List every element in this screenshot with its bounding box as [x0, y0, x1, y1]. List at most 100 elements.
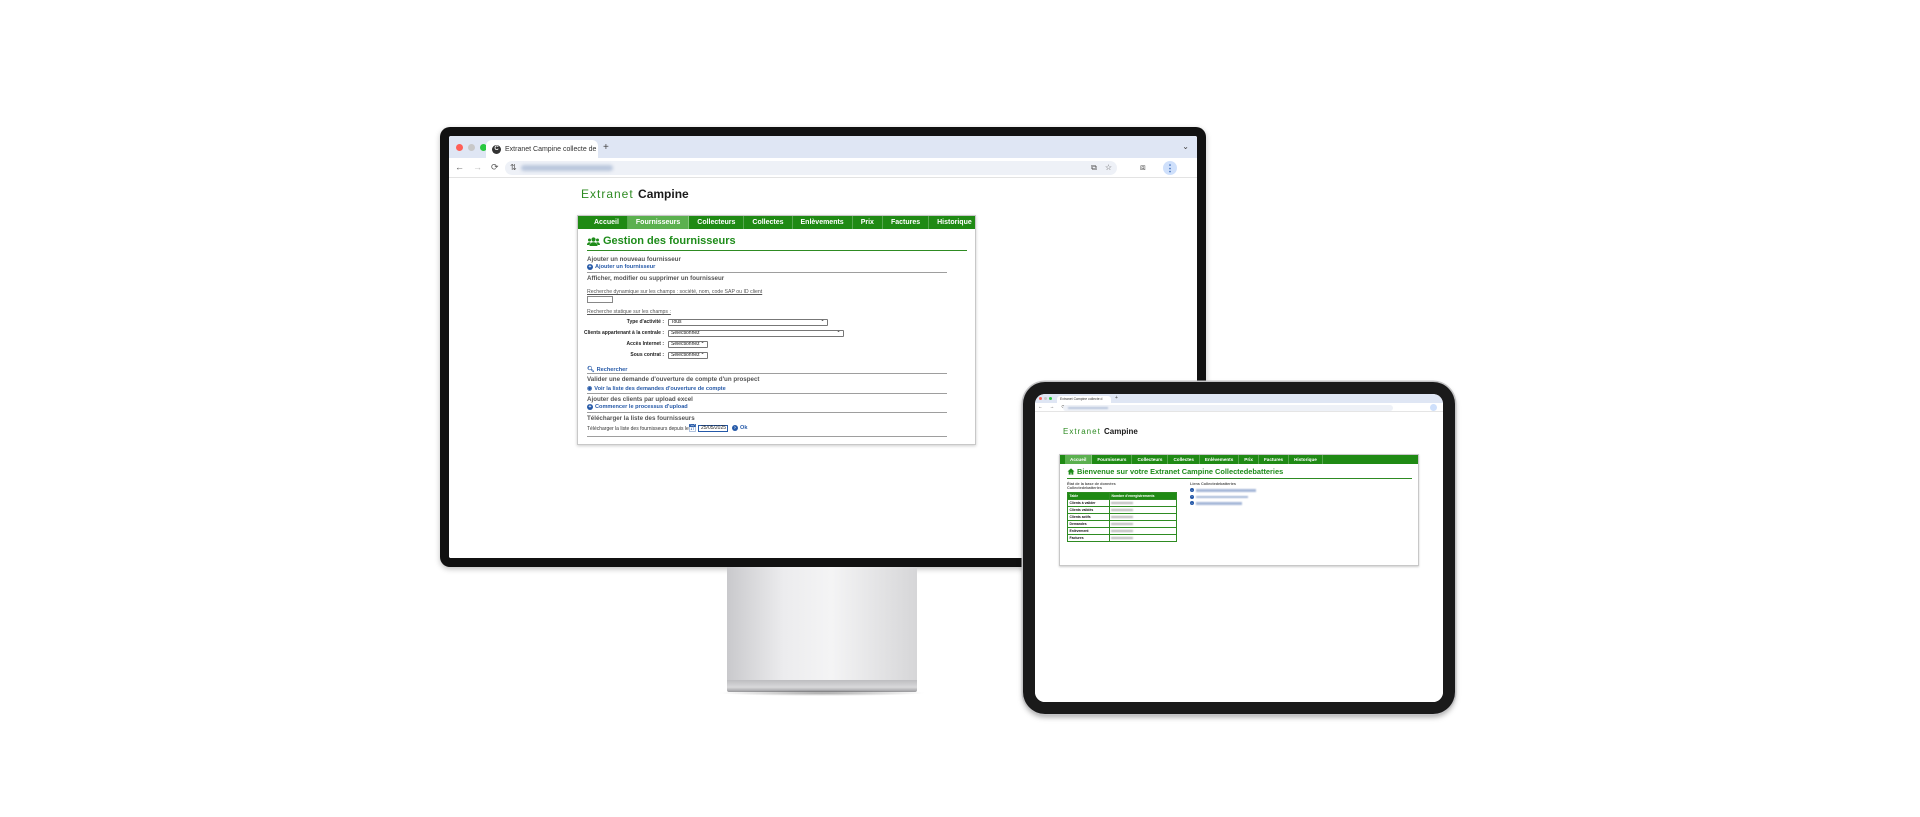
nav-item-collectes[interactable]: Collectes [744, 216, 793, 229]
extensions-icon[interactable]: ⧈ [1140, 162, 1146, 173]
manage-supplier-title: Afficher, modifier ou supprimer un fourn… [587, 275, 725, 282]
add-supplier-link[interactable]: + Ajouter un fournisseur [587, 264, 655, 270]
tablet-device: Extranet Campine collecte d + ← → ⟳ Extr… [1023, 382, 1455, 714]
table-cell-label: Demandes [1067, 520, 1110, 528]
dynamic-search-label: Recherche dynamique sur les champs : soc… [587, 289, 763, 295]
back-arrow-icon[interactable]: ← [455, 162, 464, 173]
table-cell-value [1108, 513, 1178, 521]
nav-item-accueil[interactable]: Accueil [1065, 455, 1093, 464]
nav-item-prix[interactable]: Prix [1239, 455, 1259, 464]
main-navigation: Accueil Fournisseurs Collecteurs Collectes E… [578, 216, 981, 229]
search-icon: 🔍︎ [587, 367, 595, 373]
tab-title: Extranet Campine collecte de [505, 145, 597, 153]
nav-item-prix[interactable]: Prix [853, 216, 883, 229]
browser-menu-icon[interactable]: ⋮ [1163, 161, 1177, 175]
nav-item-factures[interactable]: Factures [1259, 455, 1290, 464]
nav-item-collecteurs[interactable]: Collecteurs [1132, 455, 1169, 464]
close-window-button[interactable] [456, 144, 463, 151]
tablet-browser-toolbar: ← → ⟳ [1035, 403, 1443, 412]
arrow-circle-icon: › [1190, 500, 1194, 506]
nav-item-enlevements[interactable]: Enlèvements [793, 216, 853, 229]
table-cell-value [1108, 527, 1178, 535]
window-controls [456, 144, 487, 151]
title-divider [1067, 478, 1412, 479]
calendar-icon[interactable]: 📅︎ [688, 424, 697, 432]
tablet-address-bar[interactable] [1063, 404, 1393, 411]
extranet-campine-logo[interactable]: Extranet Campine [1063, 427, 1138, 436]
tablet-page-title-text: Bienvenue sur votre Extranet Campine Col… [1077, 467, 1284, 476]
download-ok-button[interactable]: › Ok [732, 425, 747, 431]
title-divider [587, 250, 967, 251]
blurred-value [1111, 522, 1134, 526]
minimize-window-button[interactable] [468, 144, 475, 151]
nav-item-accueil[interactable]: Accueil [586, 216, 628, 229]
maximize-window-button[interactable] [1049, 397, 1052, 400]
table-cell-label: Clients à valider [1067, 499, 1110, 507]
nav-item-enlevements[interactable]: Enlèvements [1200, 455, 1240, 464]
tablet-screen: Extranet Campine collecte d + ← → ⟳ Extr… [1035, 394, 1443, 702]
page-title: Gestion des fournisseurs [587, 235, 736, 247]
start-upload-link[interactable]: + Commencer le processus d'upload [587, 404, 688, 410]
translate-icon[interactable]: ⧉ [1091, 163, 1097, 173]
blurred-value [1111, 515, 1134, 519]
dynamic-search-input[interactable] [587, 296, 613, 303]
arrow-circle-icon: › [1190, 487, 1194, 493]
nav-item-collectes[interactable]: Collectes [1168, 455, 1200, 464]
browser-toolbar: ← → ⟳ ⇅ ⧉ ☆ ⧈ ⋮ [449, 158, 1197, 178]
nav-item-factures[interactable]: Factures [883, 216, 930, 229]
nav-item-fournisseurs[interactable]: Fournisseurs [627, 216, 690, 229]
close-window-button[interactable] [1039, 397, 1042, 400]
blurred-value [1111, 529, 1134, 533]
download-ok-label: Ok [740, 425, 748, 431]
table-row: Clients à valider [1067, 499, 1178, 507]
bookmark-star-icon[interactable]: ☆ [1105, 163, 1112, 173]
extranet-campine-logo[interactable]: Extranet Campine [581, 187, 689, 201]
table-cell-value [1108, 506, 1178, 514]
table-cell-value [1108, 534, 1178, 542]
logo-text-extranet: Extranet [1063, 427, 1105, 436]
minimize-window-button[interactable] [1044, 397, 1047, 400]
tablet-content-frame: Accueil Fournisseurs Collecteurs Collectes E… [1059, 454, 1419, 566]
nav-item-historique[interactable]: Historique [929, 216, 981, 229]
download-date-input[interactable]: 25/05/2025 [698, 425, 728, 432]
tablet-browser-tab[interactable]: Extranet Campine collecte d [1057, 395, 1111, 403]
nav-item-historique[interactable]: Historique [1289, 455, 1323, 464]
new-tab-button[interactable]: + [1115, 395, 1118, 401]
browser-tab[interactable]: C Extranet Campine collecte de × [486, 140, 598, 158]
static-search-label: Recherche statique sur les champs : [587, 309, 671, 315]
monitor-stand [727, 567, 917, 685]
browser-tab-bar: C Extranet Campine collecte de × + ⌄ [449, 136, 1197, 158]
site-info-icon[interactable]: ⇅ [510, 163, 517, 172]
under-contract-select[interactable]: Sélectionnez [668, 352, 708, 359]
internet-access-select[interactable]: Sélectionnez [668, 341, 708, 348]
central-clients-label: Clients appartenant à la centrale : [583, 330, 664, 336]
internet-access-label: Accès Internet : [626, 341, 664, 347]
new-tab-button[interactable]: + [603, 142, 609, 153]
arrow-circle-icon: › [1190, 494, 1194, 499]
tab-list-chevron-icon[interactable]: ⌄ [1182, 142, 1189, 151]
monitor-stand-shadow [718, 690, 926, 696]
forward-arrow-icon[interactable]: → [473, 162, 482, 173]
db-state-title: État de la base de données Collectedebat… [1067, 482, 1116, 491]
download-list-title: Télécharger la liste des fournisseurs [587, 415, 695, 422]
add-supplier-title: Ajouter un nouveau fournisseur [587, 256, 681, 263]
nav-item-fournisseurs[interactable]: Fournisseurs [1092, 455, 1133, 464]
tablet-page: Extranet Campine Accueil Fournisseurs Coll… [1035, 412, 1443, 702]
activity-type-select[interactable]: Tous [668, 319, 828, 326]
search-button-label: Rechercher [596, 366, 628, 373]
view-requests-link[interactable]: ◉ Voir la liste des demandes d'ouverture… [587, 385, 726, 393]
logo-text-campine: Campine [1104, 427, 1138, 436]
links-list: › › › [1190, 487, 1256, 507]
search-button[interactable]: 🔍︎ Rechercher [587, 366, 628, 374]
tablet-page-title: Bienvenue sur votre Extranet Campine Col… [1067, 467, 1283, 476]
plus-circle-icon: + [587, 263, 593, 270]
table-cell-label: Enlèvement [1067, 527, 1110, 535]
list-item[interactable]: › [1190, 500, 1256, 507]
central-clients-select[interactable]: Sélectionnez [668, 330, 844, 337]
nav-item-collecteurs[interactable]: Collecteurs [689, 216, 745, 229]
browser-menu-icon[interactable] [1430, 404, 1437, 411]
db-stats-table: Table Nombre d'enregistrements Clients à… [1067, 492, 1178, 542]
site-favicon-icon: C [492, 144, 501, 154]
address-bar[interactable]: ⇅ ⧉ ☆ [505, 161, 1117, 175]
reload-icon[interactable]: ⟳ [491, 162, 499, 173]
